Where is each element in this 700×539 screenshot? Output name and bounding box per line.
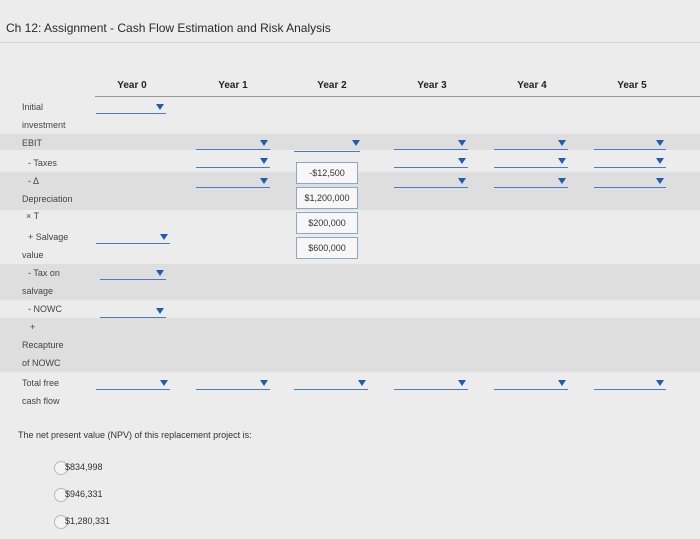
chevron-down-icon [558, 380, 566, 386]
label-initial: Initial [22, 102, 44, 112]
label-x-t: × T [26, 211, 40, 221]
dropdown-total-fcf-y2[interactable] [294, 378, 368, 390]
chevron-down-icon [458, 178, 466, 184]
chevron-down-icon [260, 178, 268, 184]
dropdown-taxes-y3[interactable] [394, 156, 468, 168]
value-x-t-y2: $200,000 [296, 212, 358, 234]
chevron-down-icon [656, 158, 664, 164]
chevron-down-icon [160, 380, 168, 386]
header-divider [95, 96, 700, 97]
dropdown-ebit-y4[interactable] [494, 138, 568, 150]
dropdown-total-fcf-y4[interactable] [494, 378, 568, 390]
chevron-down-icon [558, 158, 566, 164]
chevron-down-icon [558, 140, 566, 146]
year-header-1: Year 1 [218, 80, 248, 91]
dropdown-ebit-y1[interactable] [196, 138, 270, 150]
dropdown-tax-on-salvage-y0[interactable] [100, 268, 166, 280]
label-nowc: - NOWC [28, 304, 62, 314]
dropdown-total-fcf-y1[interactable] [196, 378, 270, 390]
dropdown-delta-dep-y1[interactable] [196, 176, 270, 188]
chevron-down-icon [260, 140, 268, 146]
label-depreciation: Depreciation [22, 194, 73, 204]
npv-option-2-label: $946,331 [65, 489, 103, 499]
chevron-down-icon [160, 234, 168, 240]
npv-option-1-label: $834,998 [65, 462, 103, 472]
dropdown-ebit-y2[interactable] [294, 140, 360, 152]
chevron-down-icon [458, 158, 466, 164]
label-cash-flow: cash flow [22, 396, 60, 406]
year-header-2: Year 2 [317, 80, 347, 91]
chevron-down-icon [156, 104, 164, 110]
cursor-arrow-icon [352, 140, 360, 146]
dropdown-taxes-y1[interactable] [196, 156, 270, 168]
dropdown-taxes-y5[interactable] [594, 156, 666, 168]
chevron-down-icon [656, 178, 664, 184]
value-delta-dep-y2: $1,200,000 [296, 187, 358, 209]
npv-question: The net present value (NPV) of this repl… [18, 430, 252, 440]
label-taxes: - Taxes [28, 158, 57, 168]
dropdown-delta-dep-y5[interactable] [594, 176, 666, 188]
year-header-0: Year 0 [117, 80, 147, 91]
dropdown-nowc-y0[interactable] [100, 306, 166, 318]
dropdown-salvage-y0[interactable] [96, 232, 170, 244]
chevron-down-icon [656, 140, 664, 146]
label-salvage: + Salvage [28, 232, 69, 242]
chevron-down-icon [156, 308, 164, 314]
dropdown-total-fcf-y5[interactable] [594, 378, 666, 390]
year-header-3: Year 3 [417, 80, 447, 91]
dropdown-ebit-y3[interactable] [394, 138, 468, 150]
chevron-down-icon [260, 158, 268, 164]
dropdown-initial-investment-y0[interactable] [96, 102, 166, 114]
row-band-recapture [0, 318, 700, 372]
label-delta: - Δ [28, 176, 40, 186]
label-of-nowc: of NOWC [22, 358, 61, 368]
year-header-row: Year 0 Year 1 Year 2 Year 3 Year 4 Year … [0, 80, 700, 96]
year-header-4: Year 4 [517, 80, 547, 91]
dropdown-taxes-y4[interactable] [494, 156, 568, 168]
value-taxes-y2: -$12,500 [296, 162, 358, 184]
year-header-5: Year 5 [617, 80, 647, 91]
chevron-down-icon [156, 270, 164, 276]
label-tax-on: - Tax on [28, 268, 60, 278]
chevron-down-icon [458, 140, 466, 146]
dropdown-delta-dep-y4[interactable] [494, 176, 568, 188]
chevron-down-icon [458, 380, 466, 386]
label-recapture: Recapture [22, 340, 64, 350]
page-title: Ch 12: Assignment - Cash Flow Estimation… [6, 21, 331, 35]
npv-option-3-label: $1,280,331 [65, 516, 111, 526]
label-plus: + [30, 322, 36, 332]
dropdown-total-fcf-y3[interactable] [394, 378, 468, 390]
dropdown-ebit-y5[interactable] [594, 138, 666, 150]
label-investment: investment [22, 120, 66, 130]
dropdown-total-fcf-y0[interactable] [96, 378, 170, 390]
chevron-down-icon [260, 380, 268, 386]
label-total-free: Total free [22, 378, 60, 388]
label-ebit: EBIT [22, 138, 43, 148]
value-salvage-y2: $600,000 [296, 237, 358, 259]
title-divider [0, 42, 700, 43]
chevron-down-icon [558, 178, 566, 184]
chevron-down-icon [656, 380, 664, 386]
label-value: value [22, 250, 44, 260]
dropdown-delta-dep-y3[interactable] [394, 176, 468, 188]
chevron-down-icon [358, 380, 366, 386]
label-salvage-2: salvage [22, 286, 54, 296]
